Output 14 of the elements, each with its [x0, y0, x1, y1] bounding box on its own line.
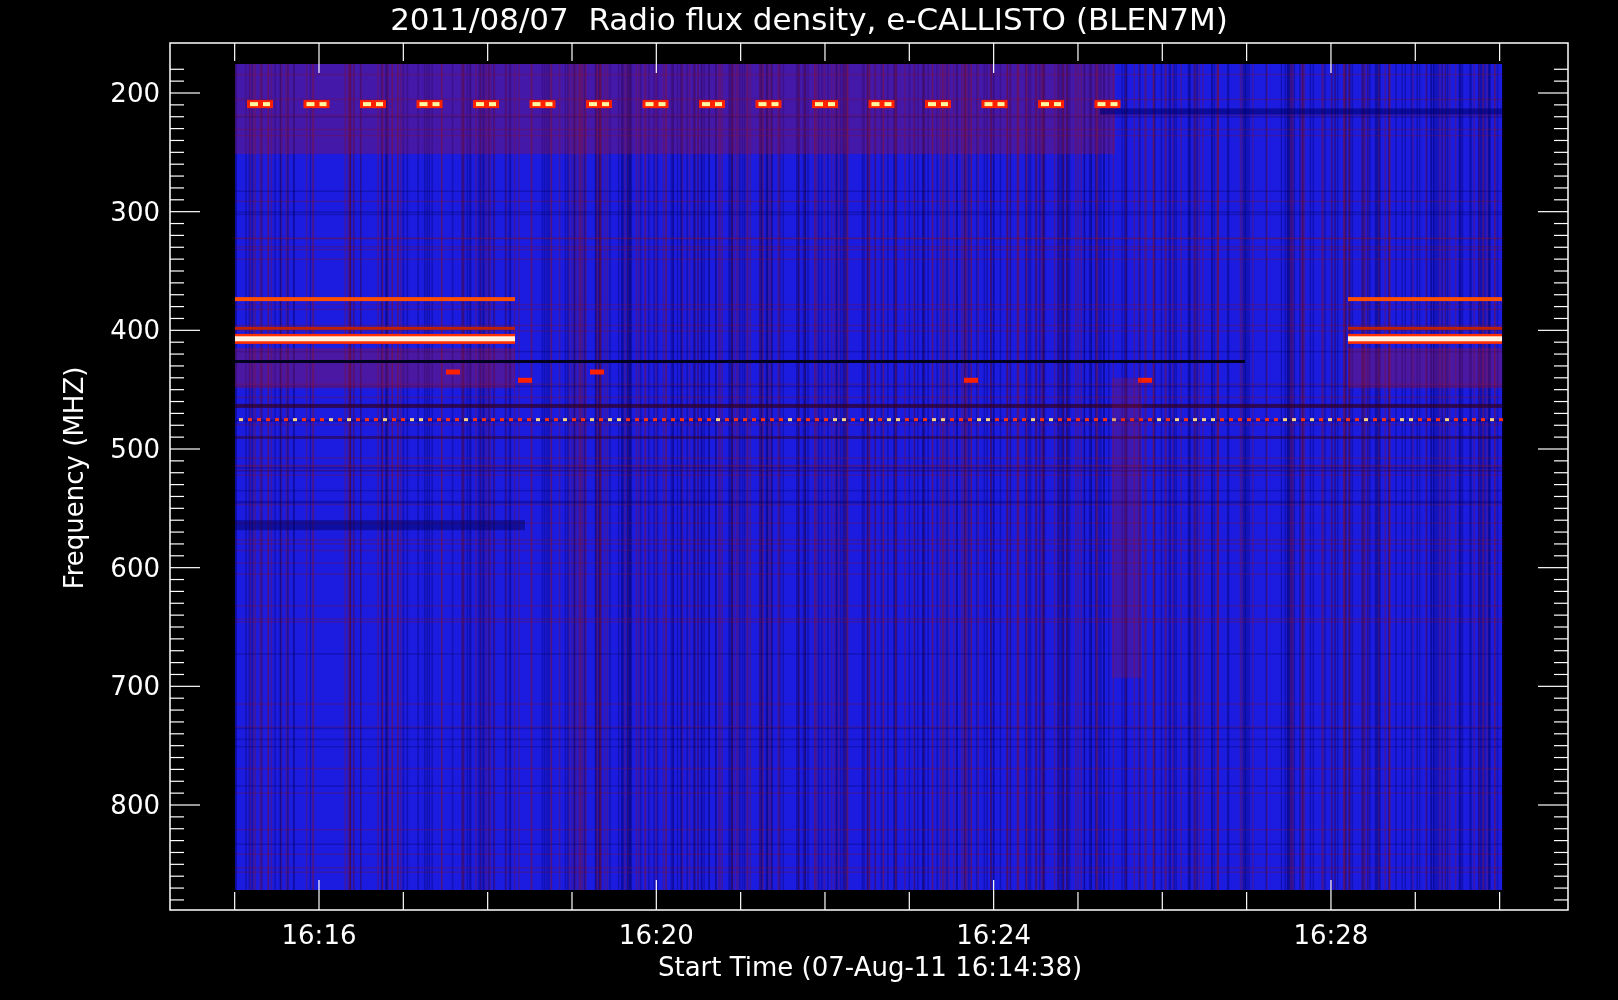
axis-tick-label: 16:28 [1293, 920, 1369, 950]
axis-tick-label: 16:20 [618, 920, 694, 950]
axis-tick-label: 700 [110, 671, 160, 702]
axis-tick-label: 800 [110, 790, 160, 820]
axis-tick-label: 16:24 [956, 920, 1032, 950]
axis-tick-label: 16:16 [281, 920, 357, 950]
axis-tick-label: 400 [110, 315, 160, 346]
axis-tick-label: 500 [110, 434, 160, 464]
axis-tick-label: 200 [110, 78, 160, 108]
axis-title: Start Time (07-Aug-11 16:14:38) [657, 952, 1083, 982]
axis-title: Frequency (MHZ) [59, 366, 89, 590]
axis-tick-label: 600 [110, 552, 160, 583]
axis-tick-label: 300 [110, 196, 160, 227]
plot-title: 2011/08/07 Radio flux density, e-CALLISTO (BLEN7M) [390, 1, 1228, 37]
